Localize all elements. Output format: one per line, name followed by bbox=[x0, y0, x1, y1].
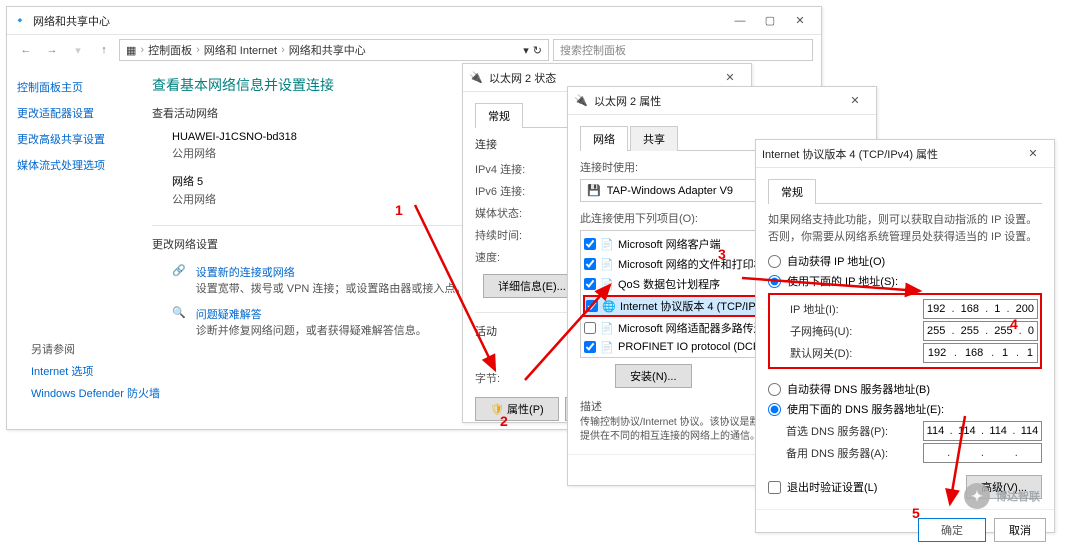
tab-general[interactable]: 常规 bbox=[475, 103, 523, 128]
annotation-5: 5 bbox=[912, 505, 920, 521]
troubleshoot-link[interactable]: 问题疑难解答 bbox=[196, 306, 427, 322]
link-sharing[interactable]: 更改高级共享设置 bbox=[17, 131, 122, 147]
cancel-button[interactable]: 取消 bbox=[994, 518, 1046, 542]
net1-name: HUAWEI-J1CSNO-bd318 bbox=[172, 131, 297, 143]
dns1-field[interactable]: 114.114.114.114 bbox=[923, 421, 1042, 441]
crumb-icon: ▦ bbox=[126, 44, 136, 57]
link-media[interactable]: 媒体流式处理选项 bbox=[17, 157, 122, 173]
annotation-4: 4 bbox=[1010, 316, 1018, 332]
radio-auto-ip[interactable]: 自动获得 IP 地址(O) bbox=[768, 253, 1042, 269]
link-firewall[interactable]: Windows Defender 防火墙 bbox=[31, 385, 160, 401]
validate-checkbox[interactable]: 退出时验证设置(L) bbox=[768, 479, 877, 495]
install-button[interactable]: 安装(N)... bbox=[615, 364, 691, 388]
properties-button[interactable]: 🛡 属性(P) bbox=[475, 397, 559, 421]
up-button[interactable]: ↑ bbox=[93, 39, 115, 61]
net2-type: 公用网络 bbox=[172, 191, 216, 207]
ipv4-intro: 如果网络支持此功能，则可以获取自动指派的 IP 设置。否则，你需要从网络系统管理… bbox=[768, 212, 1042, 245]
see-also-head: 另请参阅 bbox=[31, 341, 160, 357]
net1-type: 公用网络 bbox=[172, 145, 297, 161]
annotation-1: 1 bbox=[395, 202, 403, 218]
link-cp-home[interactable]: 控制面板主页 bbox=[17, 79, 122, 95]
setup-desc: 设置宽带、拨号或 VPN 连接；或设置路由器或接入点。 bbox=[196, 280, 467, 296]
close-button[interactable]: ✕ bbox=[785, 10, 815, 32]
eth-icon: 🔌 bbox=[469, 71, 483, 85]
crumb-control-panel[interactable]: 控制面板 bbox=[148, 42, 192, 58]
close-button[interactable]: ✕ bbox=[1018, 143, 1048, 165]
setup-icon: 🔗 bbox=[172, 264, 186, 296]
status-title: 以太网 2 状态 bbox=[489, 70, 715, 86]
titlebar: 🔹 网络和共享中心 — ▢ ✕ bbox=[7, 7, 821, 35]
annotation-2: 2 bbox=[500, 413, 508, 429]
ip-address-field[interactable]: 192.168.1.200 bbox=[923, 299, 1038, 319]
recent-drop[interactable]: ▾ bbox=[67, 39, 89, 61]
link-internet-options[interactable]: Internet 选项 bbox=[31, 363, 160, 379]
window-title: 网络和共享中心 bbox=[33, 13, 725, 29]
advanced-button[interactable]: 高级(V)... bbox=[966, 475, 1042, 499]
radio-manual-ip[interactable]: 使用下面的 IP 地址(S): bbox=[768, 273, 1042, 289]
eth-icon: 🔌 bbox=[574, 94, 588, 108]
troubleshoot-icon: 🔍 bbox=[172, 306, 186, 338]
ipv4-title: Internet 协议版本 4 (TCP/IPv4) 属性 bbox=[762, 146, 1018, 162]
crumb-sharing-center[interactable]: 网络和共享中心 bbox=[289, 42, 366, 58]
props-title: 以太网 2 属性 bbox=[594, 93, 840, 109]
refresh-icon[interactable]: ↻ bbox=[533, 44, 542, 57]
dns2-field[interactable]: ... bbox=[923, 443, 1042, 463]
ok-button[interactable]: 确定 bbox=[918, 518, 986, 542]
left-pane: 控制面板主页 更改适配器设置 更改高级共享设置 媒体流式处理选项 bbox=[7, 65, 132, 350]
tab-sharing[interactable]: 共享 bbox=[630, 126, 678, 151]
troubleshoot-desc: 诊断并修复网络问题，或者获得疑难解答信息。 bbox=[196, 322, 427, 338]
tab-general[interactable]: 常规 bbox=[768, 179, 816, 204]
net2-name: 网络 5 bbox=[172, 173, 216, 189]
close-button[interactable]: ✕ bbox=[840, 90, 870, 112]
annotation-3: 3 bbox=[718, 246, 726, 262]
radio-manual-dns[interactable]: 使用下面的 DNS 服务器地址(E): bbox=[768, 401, 1042, 417]
search-placeholder: 搜索控制面板 bbox=[560, 42, 626, 58]
address-bar[interactable]: ▦ › 控制面板 › 网络和 Internet › 网络和共享中心 ▾ ↻ bbox=[119, 39, 549, 61]
gateway-field[interactable]: 192.168.1.1 bbox=[923, 343, 1038, 363]
ipv4-properties-dialog: Internet 协议版本 4 (TCP/IPv4) 属性 ✕ 常规 如果网络支… bbox=[755, 139, 1055, 533]
network-icon: 🔹 bbox=[13, 14, 27, 28]
forward-button[interactable]: → bbox=[41, 39, 63, 61]
addr-dropdown-icon[interactable]: ▾ bbox=[523, 44, 529, 57]
maximize-button[interactable]: ▢ bbox=[755, 10, 785, 32]
minimize-button[interactable]: — bbox=[725, 10, 755, 32]
adapter-icon: 💾 bbox=[587, 184, 601, 197]
radio-auto-dns[interactable]: 自动获得 DNS 服务器地址(B) bbox=[768, 381, 1042, 397]
back-button[interactable]: ← bbox=[15, 39, 37, 61]
setup-connection-link[interactable]: 设置新的连接或网络 bbox=[196, 264, 467, 280]
tab-network[interactable]: 网络 bbox=[580, 126, 628, 151]
nav-row: ← → ▾ ↑ ▦ › 控制面板 › 网络和 Internet › 网络和共享中… bbox=[7, 35, 821, 65]
subnet-mask-field[interactable]: 255.255.255.0 bbox=[923, 321, 1038, 341]
link-adapter[interactable]: 更改适配器设置 bbox=[17, 105, 122, 121]
see-also: 另请参阅 Internet 选项 Windows Defender 防火墙 bbox=[31, 341, 160, 407]
search-input[interactable]: 搜索控制面板 bbox=[553, 39, 813, 61]
crumb-network[interactable]: 网络和 Internet bbox=[204, 42, 277, 58]
